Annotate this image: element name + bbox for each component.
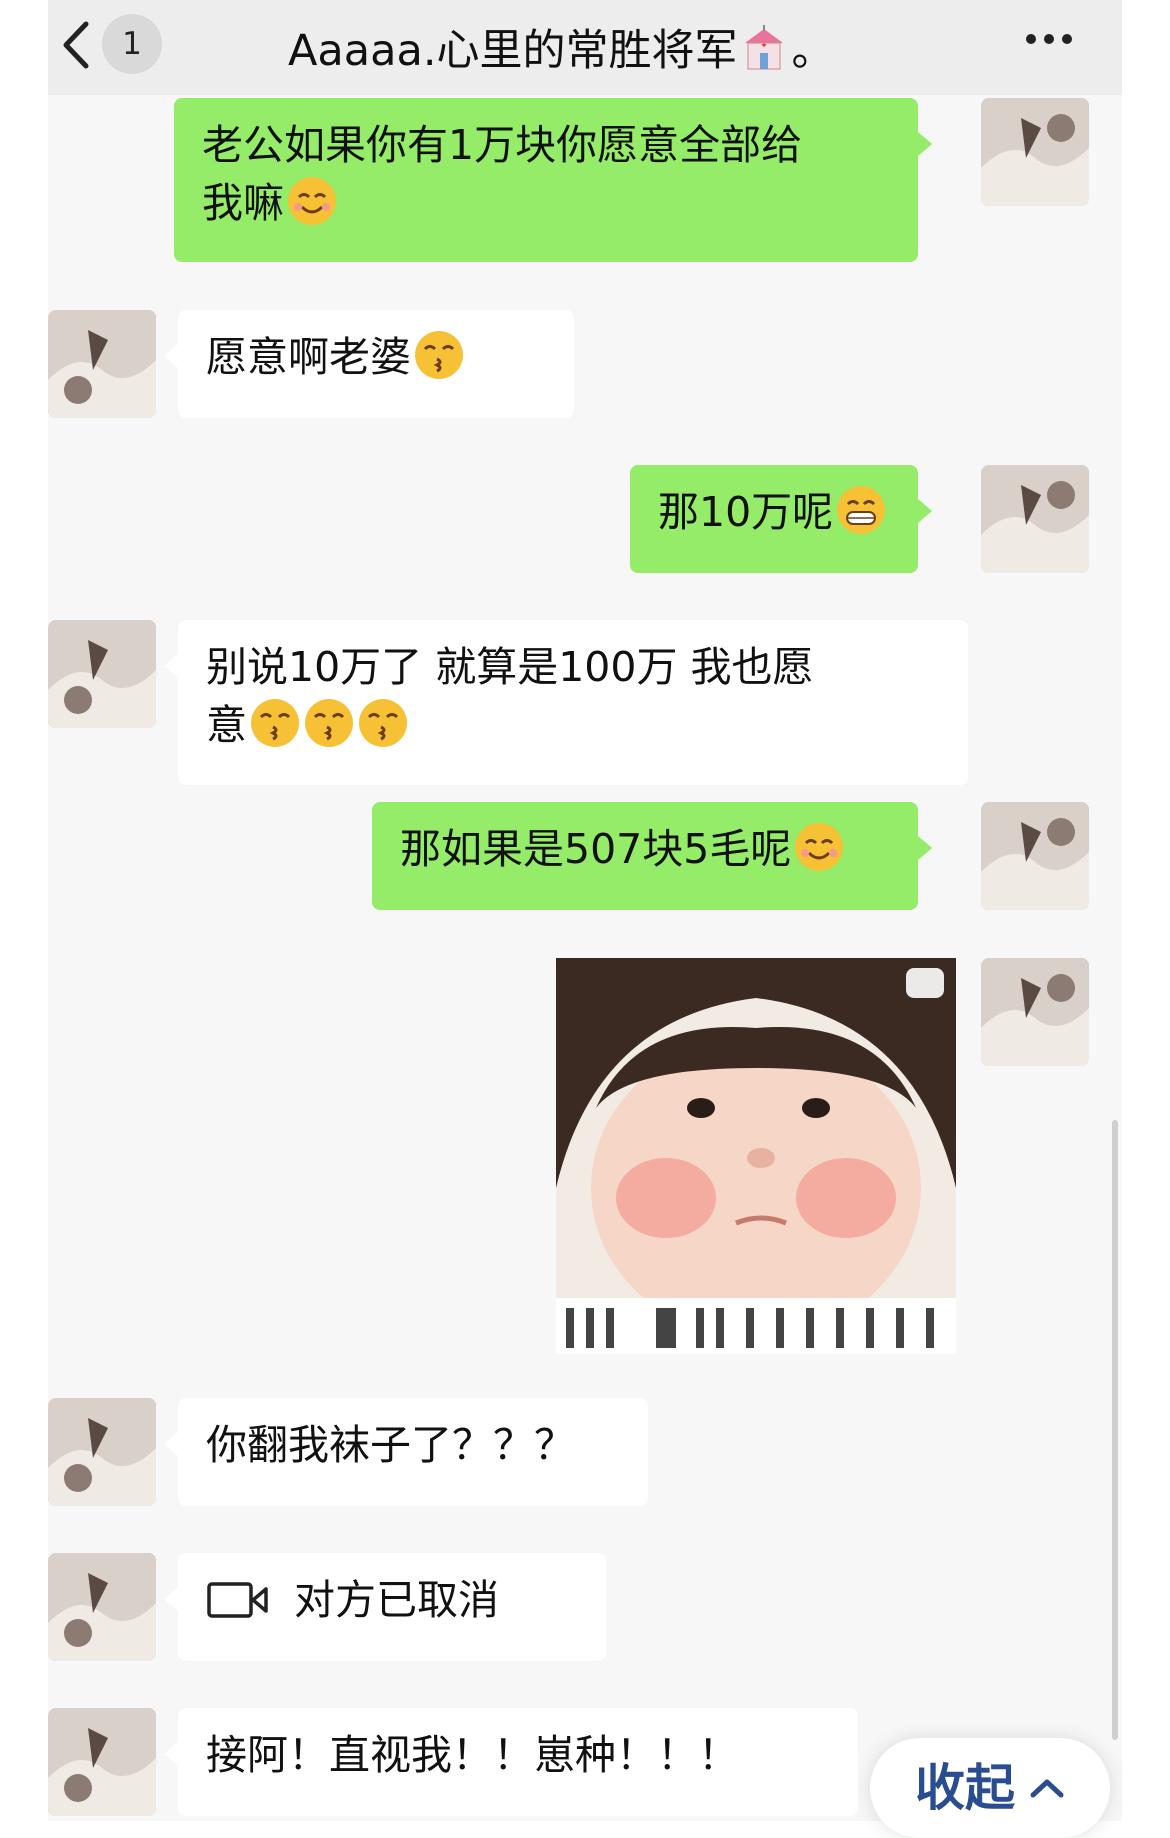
- avatar-photo-icon: [981, 465, 1089, 573]
- contact-avatar[interactable]: [48, 1708, 156, 1816]
- grinning-emoji-icon: [837, 486, 886, 534]
- more-options-icon[interactable]: [1024, 30, 1074, 48]
- message-bubble-incoming[interactable]: 你翻我袜子了？？？: [164, 1398, 648, 1506]
- chevron-up-icon: [1030, 1779, 1064, 1798]
- collapse-button[interactable]: 收起: [870, 1738, 1110, 1838]
- message-text: 意: [206, 701, 247, 749]
- message-bubble-outgoing[interactable]: 那如果是507块5毛呢: [372, 802, 932, 910]
- message-text: 愿意啊老婆: [206, 333, 411, 381]
- message-text-line: 别说10万了 就算是100万 我也愿: [206, 643, 814, 691]
- avatar-photo-icon: [981, 98, 1089, 206]
- my-avatar[interactable]: [981, 802, 1089, 910]
- avatar-photo-icon: [48, 310, 156, 418]
- video-call-message[interactable]: 对方已取消: [164, 1553, 606, 1661]
- message-text-line: 我嘛: [202, 174, 890, 232]
- collapse-button-label: 收起: [915, 1759, 1015, 1817]
- message-text: 你翻我袜子了？？？: [206, 1421, 575, 1469]
- message-text-line: 意: [206, 696, 940, 754]
- contact-avatar[interactable]: [48, 1398, 156, 1506]
- message-text-line: 老公如果你有1万块你愿意全部给: [202, 121, 803, 169]
- message-bubble-incoming[interactable]: 接阿！直视我！！崽种！！！: [164, 1708, 858, 1816]
- avatar-photo-icon: [48, 1553, 156, 1661]
- kissing-emoji-icon: [359, 699, 407, 747]
- chat-title-suffix: 。: [791, 26, 835, 76]
- chat-screen: 1 Aaaaa.心里的常胜将军 。 老公如果你有1万块你愿意全部给 我嘛 愿意啊…: [48, 0, 1122, 1821]
- baby-face-sticker-image: [556, 958, 956, 1354]
- unread-count-badge[interactable]: 1: [102, 14, 162, 74]
- avatar-photo-icon: [48, 1398, 156, 1506]
- message-bubble-incoming[interactable]: 愿意啊老婆: [164, 310, 574, 418]
- message-bubble-outgoing[interactable]: 那10万呢: [630, 465, 932, 573]
- back-arrow-icon[interactable]: [58, 18, 94, 72]
- wedding-chapel-emoji-icon: [745, 25, 784, 70]
- kissing-emoji-icon: [251, 699, 299, 747]
- video-camera-icon: [207, 1582, 268, 1618]
- avatar-photo-icon: [981, 802, 1089, 910]
- kissing-emoji-icon: [305, 699, 353, 747]
- contact-avatar[interactable]: [48, 620, 156, 728]
- chat-header: 1 Aaaaa.心里的常胜将军 。: [48, 0, 1122, 95]
- message-text: 接阿！直视我！！崽种！！！: [206, 1731, 739, 1779]
- message-bubble-incoming[interactable]: 别说10万了 就算是100万 我也愿 意: [164, 620, 968, 785]
- contact-avatar[interactable]: [48, 1553, 156, 1661]
- my-avatar[interactable]: [981, 98, 1089, 206]
- baby-face-sticker[interactable]: [556, 958, 956, 1354]
- chat-title: Aaaaa.心里的常胜将军 。: [288, 16, 834, 78]
- avatar-photo-icon: [48, 1708, 156, 1816]
- scrollbar[interactable]: [1112, 1120, 1118, 1740]
- avatar-photo-icon: [48, 620, 156, 728]
- message-text: 那如果是507块5毛呢: [400, 825, 792, 873]
- my-avatar[interactable]: [981, 465, 1089, 573]
- my-avatar[interactable]: [981, 958, 1089, 1066]
- smiling-emoji-icon: [795, 823, 844, 871]
- message-bubble-outgoing[interactable]: 老公如果你有1万块你愿意全部给 我嘛: [174, 98, 932, 262]
- smiling-emoji-icon: [288, 177, 336, 225]
- chat-title-text: Aaaaa.心里的常胜将军: [288, 26, 738, 76]
- video-call-status: 对方已取消: [294, 1576, 499, 1624]
- kissing-emoji-icon: [415, 331, 463, 379]
- message-text: 那10万呢: [658, 488, 834, 536]
- contact-avatar[interactable]: [48, 310, 156, 418]
- avatar-photo-icon: [981, 958, 1089, 1066]
- message-text: 我嘛: [202, 179, 284, 227]
